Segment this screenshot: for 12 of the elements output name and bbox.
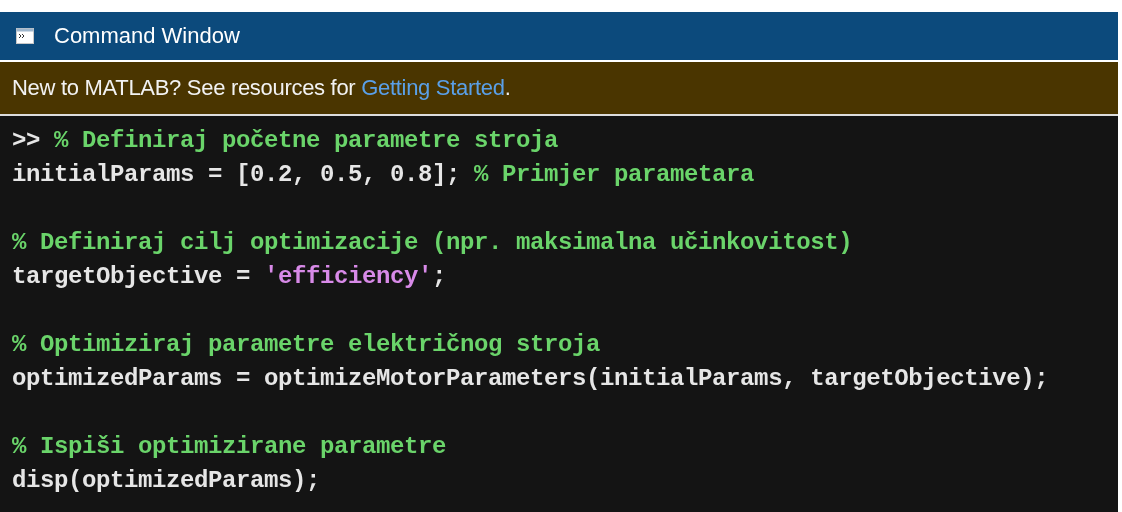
code-line: % Optimiziraj parametre električnog stroja <box>12 330 601 360</box>
window-title: Command Window <box>54 23 240 49</box>
code-line: >> % Definiraj početne parametre stroja <box>12 126 559 156</box>
code-line: % Ispiši optimizirane parametre <box>12 432 447 462</box>
code-line: optimizedParams = optimizeMotorParameters(initialParams, targetObjective); <box>12 364 1049 394</box>
code-line: disp(optimizedParams); <box>12 466 321 496</box>
getting-started-link[interactable]: Getting Started <box>361 75 505 100</box>
command-prompt-icon <box>16 28 34 44</box>
code-line: initialParams = [0.2, 0.5, 0.8]; % Primjer parametara <box>12 160 755 190</box>
code-line: % Definiraj cilj optimizacije (npr. maksimalna učinkovitost) <box>12 228 853 258</box>
code-line: targetObjective = 'efficiency'; <box>12 262 447 292</box>
banner-message: New to MATLAB? See resources for Getting Started. <box>12 75 511 101</box>
